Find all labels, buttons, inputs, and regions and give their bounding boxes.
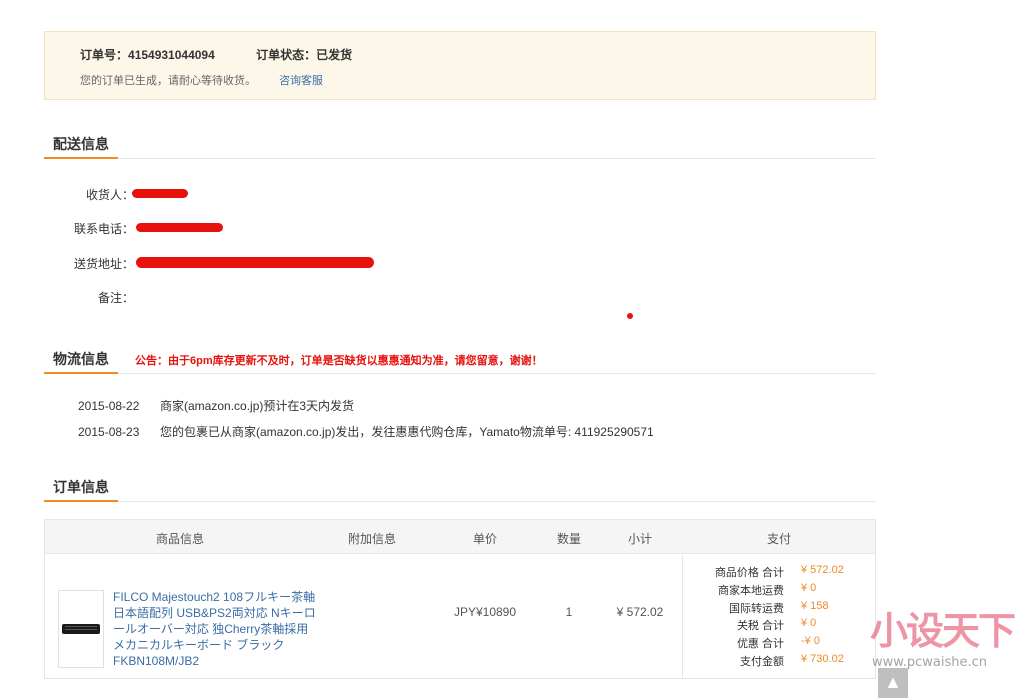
quantity-cell: 1: [565, 605, 573, 619]
order-number: 4154931044094: [128, 48, 215, 62]
keyboard-image: [62, 624, 100, 634]
order-info-section-title: 订单信息: [44, 474, 118, 502]
payment-label: 国际转运费: [729, 603, 784, 615]
payment-label: 支付金额: [740, 656, 784, 668]
logistics-entry: 2015-08-22 商家(amazon.co.jp)预计在3天内发货: [78, 397, 354, 414]
order-summary-banner: 订单号：4154931044094 订单状态：已发货 您的订单已生成，请耐心等待…: [44, 31, 876, 100]
arrow-up-icon: ▲: [884, 672, 902, 692]
logistics-entry-text: 您的包裹已从商家(amazon.co.jp)发出，发往惠惠代购仓库，Yamato…: [160, 425, 654, 439]
column-header-extra: 附加信息: [347, 532, 397, 546]
column-header-unit-price: 单价: [472, 532, 498, 546]
column-header-quantity: 数量: [556, 532, 582, 546]
order-info-section-header: 订单信息: [44, 474, 876, 502]
address-redaction: [136, 257, 374, 268]
logistics-notice: 公告：由于6pm库存更新不及时，订单是否缺货以惠惠通知为准，请您留意，谢谢！: [135, 355, 543, 367]
logistics-section-title: 物流信息: [44, 346, 118, 374]
consult-service-link[interactable]: 咨询客服: [279, 75, 323, 87]
delivery-section-header: 配送信息: [44, 131, 876, 159]
payment-row: 商品价格 合计 ¥ 572.02: [683, 564, 878, 580]
product-name-link[interactable]: FILCO Majestouch2 108フルキー茶軸 日本語配列 USB&PS…: [113, 589, 323, 669]
column-header-product: 商品信息: [155, 532, 205, 546]
payment-value: -¥ 0: [801, 635, 820, 647]
order-message-row: 您的订单已生成，请耐心等待收货。 咨询客服: [80, 72, 323, 88]
column-header-subtotal: 小计: [627, 532, 653, 546]
watermark-brand: 小设天下: [870, 609, 1016, 653]
product-thumbnail[interactable]: [58, 590, 104, 668]
unit-price-cell: JPY¥10890: [453, 605, 517, 619]
payment-value: ¥ 730.02: [801, 653, 844, 665]
logistics-entry-date: 2015-08-23: [78, 425, 140, 439]
recipient-label: 收货人：: [85, 188, 134, 202]
payment-label: 商家本地运费: [718, 585, 784, 597]
payment-label: 商品价格 合计: [714, 567, 784, 579]
order-items-table: 商品信息 附加信息 单价 数量 小计 支付 FILCO Majestouch2 …: [44, 519, 876, 679]
logistics-section-header: 物流信息 公告：由于6pm库存更新不及时，订单是否缺货以惠惠通知为准，请您留意，…: [44, 346, 876, 374]
payment-value: ¥ 0: [801, 617, 817, 629]
phone-field: 联系电话：: [44, 220, 644, 236]
column-header-payment: 支付: [766, 532, 792, 546]
payment-label: 优惠 合计: [736, 638, 784, 650]
phone-label: 联系电话：: [73, 222, 134, 236]
logistics-entry-text: 商家(amazon.co.jp)预计在3天内发货: [160, 399, 355, 413]
payment-value: ¥ 158: [801, 600, 829, 612]
site-watermark: 小设天下 www.pcwaishe.cn: [842, 600, 1024, 698]
address-label: 送货地址：: [73, 257, 134, 271]
payment-row: 商家本地运费 ¥ 0: [683, 582, 878, 598]
order-table-header: 商品信息 附加信息 单价 数量 小计 支付: [45, 520, 875, 554]
logistics-entry: 2015-08-23 您的包裹已从商家(amazon.co.jp)发出，发往惠惠代…: [78, 423, 654, 440]
logistics-entry-date: 2015-08-22: [78, 399, 140, 413]
phone-redaction: [136, 223, 223, 232]
order-status: 已发货: [316, 48, 353, 62]
order-message: 您的订单已生成，请耐心等待收货。: [80, 75, 256, 87]
payment-value: ¥ 572.02: [801, 564, 844, 576]
recipient-redaction: [132, 189, 188, 198]
payment-value: ¥ 0: [801, 582, 817, 594]
order-number-label: 订单号：: [80, 48, 129, 62]
delivery-section-title: 配送信息: [44, 131, 118, 159]
payment-label: 关税 合计: [736, 620, 784, 632]
scroll-to-top-button[interactable]: ▲: [878, 668, 908, 698]
order-status-label: 订单状态：: [256, 48, 317, 62]
subtotal-cell: ¥ 572.02: [616, 605, 664, 619]
remark-field: 备注：: [44, 289, 644, 305]
red-dot-marker: [627, 313, 633, 319]
remark-label: 备注：: [97, 291, 134, 305]
order-id-row: 订单号：4154931044094 订单状态：已发货: [80, 46, 352, 63]
